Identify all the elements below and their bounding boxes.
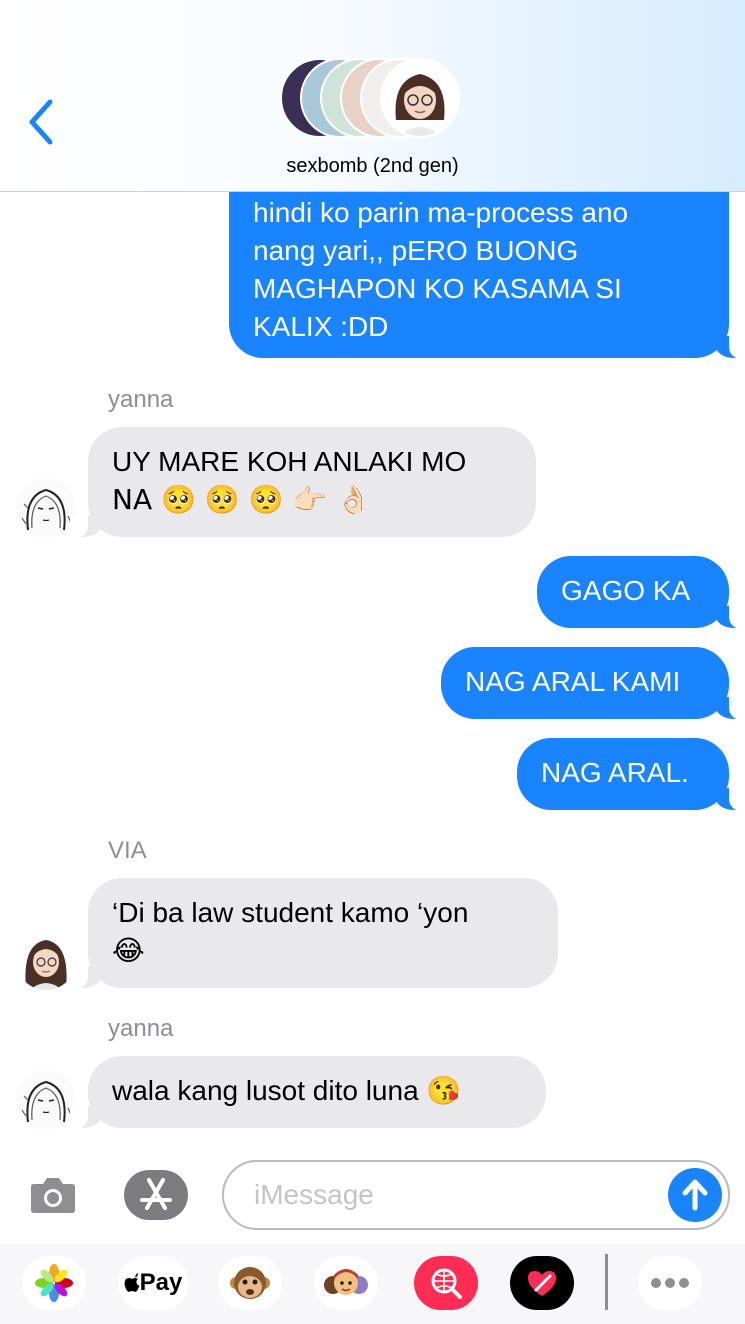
back-button[interactable] bbox=[22, 96, 66, 148]
camera-button[interactable] bbox=[28, 1170, 78, 1220]
incoming-message[interactable]: UY MARE KOH ANLAKI MO NA 🥺 🥺 🥺 👉🏻 👌🏻 bbox=[70, 427, 536, 538]
apple-pay-label: Pay bbox=[139, 1269, 183, 1296]
outgoing-message[interactable]: GAGO KA bbox=[537, 556, 745, 629]
incoming-message[interactable]: ‘Di ba law student kamo ‘yon 😂 bbox=[70, 878, 558, 989]
app-drawer-divider bbox=[605, 1254, 608, 1310]
message-text: GAGO KA bbox=[561, 575, 691, 606]
outgoing-message[interactable]: NAG ARAL. bbox=[517, 738, 745, 811]
animoji-button[interactable] bbox=[218, 1256, 282, 1310]
more-apps-button[interactable] bbox=[638, 1256, 702, 1310]
app-store-icon bbox=[140, 1178, 172, 1210]
avatar[interactable] bbox=[16, 930, 76, 990]
app-store-button[interactable] bbox=[124, 1170, 188, 1220]
send-arrow-icon bbox=[682, 1179, 708, 1211]
imessage-input[interactable] bbox=[222, 1160, 730, 1230]
avatar[interactable] bbox=[16, 1070, 76, 1130]
message-line: hindi ko parin ma-process ano bbox=[253, 197, 629, 228]
digital-touch-icon bbox=[528, 1271, 556, 1296]
more-icon bbox=[651, 1278, 689, 1288]
message-text: NAG ARAL. bbox=[541, 757, 689, 788]
outgoing-message[interactable]: hindi ko parin ma-process ano nang yari,… bbox=[229, 180, 745, 359]
apple-pay-button[interactable]: Pay bbox=[118, 1256, 188, 1310]
web-images-button[interactable] bbox=[414, 1256, 478, 1310]
camera-icon bbox=[31, 1178, 75, 1213]
sender-name: yanna bbox=[108, 386, 174, 413]
memoji-icon bbox=[324, 1269, 368, 1295]
memoji-button[interactable] bbox=[314, 1256, 378, 1310]
message-line: NA 🥺 🥺 🥺 👉🏻 👌🏻 bbox=[112, 483, 371, 516]
message-line: UY MARE KOH ANLAKI MO bbox=[112, 446, 467, 477]
member-avatar bbox=[380, 58, 460, 138]
apple-pay-icon bbox=[124, 1273, 140, 1292]
group-name[interactable]: sexbomb (2nd gen) bbox=[0, 155, 745, 178]
message-line: ‘Di ba law student kamo ‘yon bbox=[112, 897, 469, 928]
message-line: 😂 bbox=[112, 934, 145, 967]
message-line: MAGHAPON KO KASAMA SI bbox=[253, 273, 622, 304]
avatar[interactable] bbox=[16, 478, 76, 538]
photos-icon bbox=[35, 1264, 73, 1302]
message-text: wala kang lusot dito luna 😘 bbox=[112, 1075, 462, 1106]
web-images-icon bbox=[431, 1268, 462, 1299]
incoming-message[interactable]: wala kang lusot dito luna 😘 bbox=[70, 1056, 546, 1129]
message-text: NAG ARAL KAMI bbox=[465, 666, 681, 697]
photos-app-button[interactable] bbox=[22, 1256, 86, 1310]
chevron-left-icon bbox=[29, 99, 53, 145]
sender-name: VIA bbox=[108, 837, 147, 864]
sender-name: yanna bbox=[108, 1015, 174, 1042]
conversation-header: sexbomb (2nd gen) bbox=[0, 0, 745, 192]
digital-touch-button[interactable] bbox=[510, 1256, 574, 1310]
send-button[interactable] bbox=[668, 1168, 722, 1222]
message-line: KALIX :DD bbox=[253, 311, 389, 342]
animoji-icon bbox=[230, 1267, 270, 1299]
group-avatar-stack[interactable] bbox=[280, 58, 470, 140]
outgoing-message[interactable]: NAG ARAL KAMI bbox=[441, 647, 745, 720]
message-line: nang yari,, pERO BUONG bbox=[253, 235, 579, 266]
